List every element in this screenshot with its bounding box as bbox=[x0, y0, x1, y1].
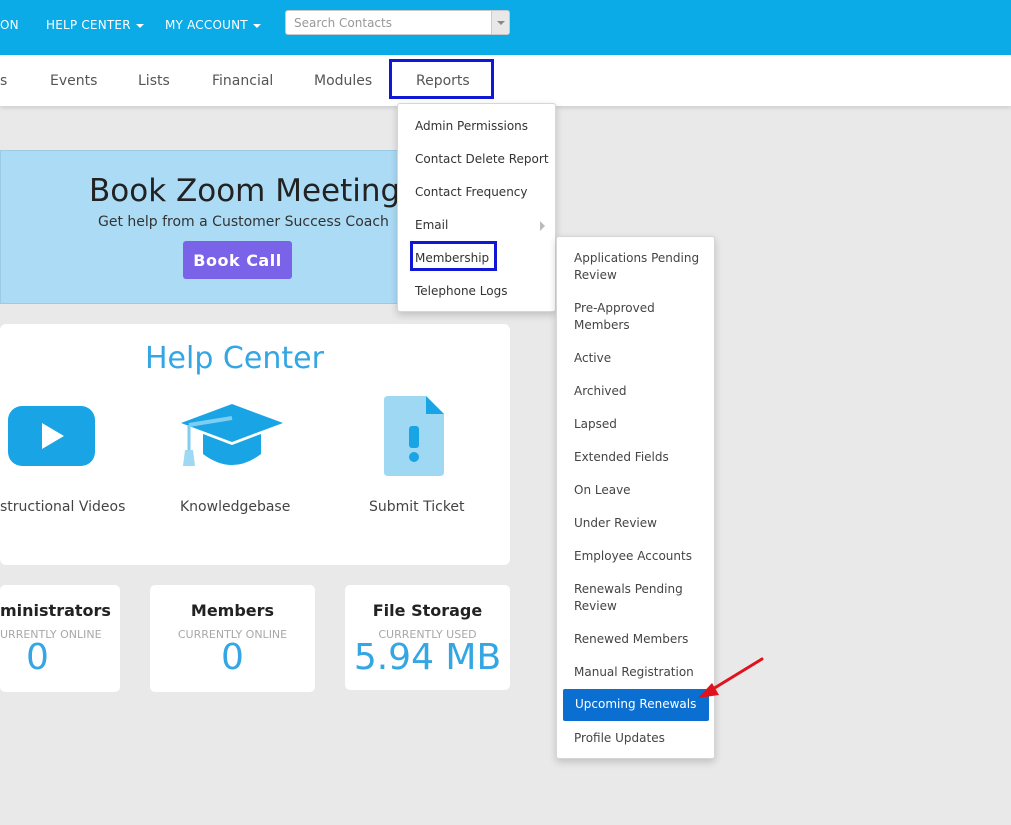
stat-value: 5.94 MB bbox=[353, 637, 502, 678]
reports-dropdown-menu: Admin Permissions Contact Delete Report … bbox=[397, 103, 556, 312]
stat-subtitle: URRENTLY ONLINE bbox=[0, 628, 102, 641]
instructional-videos-label[interactable]: structional Videos bbox=[0, 499, 125, 515]
membership-highlight-box bbox=[410, 241, 497, 271]
submenu-item-active[interactable]: Active bbox=[574, 350, 704, 367]
help-center-card: Help Center structional Videos Knowledge… bbox=[0, 324, 510, 565]
menu-item-email[interactable]: Email bbox=[415, 218, 448, 232]
submenu-item-extended-fields[interactable]: Extended Fields bbox=[574, 449, 704, 466]
stat-card-members: Members CURRENTLY ONLINE 0 bbox=[150, 585, 315, 692]
file-alert-icon[interactable] bbox=[384, 396, 444, 476]
stat-card-file-storage: File Storage CURRENTLY USED 5.94 MB bbox=[345, 585, 510, 690]
submenu-item-profile-updates[interactable]: Profile Updates bbox=[574, 730, 704, 747]
zoom-subtitle: Get help from a Customer Success Coach bbox=[98, 214, 389, 230]
reports-highlight-box bbox=[389, 59, 494, 99]
search-contacts-box bbox=[285, 10, 510, 35]
stat-title: File Storage bbox=[372, 601, 483, 620]
submit-ticket-label[interactable]: Submit Ticket bbox=[369, 499, 465, 515]
stat-title: Members bbox=[190, 601, 275, 620]
stat-card-administrators: ministrators URRENTLY ONLINE 0 bbox=[0, 585, 120, 692]
submenu-item-on-leave[interactable]: On Leave bbox=[574, 482, 704, 499]
zoom-banner: Book Zoom Meeting Get help from a Custom… bbox=[0, 150, 400, 304]
submenu-item-applications-pending-review[interactable]: Applications Pending Review bbox=[574, 250, 704, 284]
graduation-cap-icon[interactable] bbox=[181, 404, 283, 470]
subnav-item-partial[interactable]: s bbox=[0, 73, 7, 89]
submenu-item-lapsed[interactable]: Lapsed bbox=[574, 416, 704, 433]
submenu-item-under-review[interactable]: Under Review bbox=[574, 515, 704, 532]
submenu-item-employee-accounts[interactable]: Employee Accounts bbox=[574, 548, 704, 565]
chevron-down-icon bbox=[497, 21, 505, 25]
topnav-item-partial[interactable]: ON bbox=[0, 18, 19, 32]
subnav-events[interactable]: Events bbox=[50, 73, 97, 89]
annotation-arrow-icon bbox=[698, 657, 764, 698]
submenu-item-renewed-members[interactable]: Renewed Members bbox=[574, 631, 704, 648]
book-call-button[interactable]: Book Call bbox=[183, 241, 292, 279]
subnav-modules[interactable]: Modules bbox=[314, 73, 372, 89]
search-contacts-input[interactable] bbox=[286, 11, 492, 34]
stat-value: 0 bbox=[221, 637, 244, 678]
help-center-title: Help Center bbox=[145, 341, 324, 376]
menu-item-telephone-logs[interactable]: Telephone Logs bbox=[415, 284, 507, 298]
topnav-help-center[interactable]: HELP CENTER bbox=[46, 18, 144, 32]
knowledgebase-label[interactable]: Knowledgebase bbox=[180, 499, 290, 515]
zoom-title: Book Zoom Meeting bbox=[89, 173, 401, 209]
topnav-help-center-label: HELP CENTER bbox=[46, 18, 131, 32]
menu-item-contact-frequency[interactable]: Contact Frequency bbox=[415, 185, 528, 199]
menu-item-contact-delete-report[interactable]: Contact Delete Report bbox=[415, 152, 549, 166]
subnav-financial[interactable]: Financial bbox=[212, 73, 273, 89]
topnav-my-account[interactable]: MY ACCOUNT bbox=[165, 18, 261, 32]
menu-item-admin-permissions[interactable]: Admin Permissions bbox=[415, 119, 528, 133]
topnav-my-account-label: MY ACCOUNT bbox=[165, 18, 248, 32]
search-dropdown-button[interactable] bbox=[491, 11, 509, 34]
submenu-item-pre-approved-members[interactable]: Pre-Approved Members bbox=[574, 300, 704, 334]
caret-down-icon bbox=[252, 23, 261, 28]
submenu-item-archived[interactable]: Archived bbox=[574, 383, 704, 400]
submenu-item-manual-registration[interactable]: Manual Registration bbox=[574, 664, 704, 681]
submenu-item-renewals-pending-review[interactable]: Renewals Pending Review bbox=[574, 581, 704, 615]
top-navbar: ON HELP CENTER MY ACCOUNT bbox=[0, 0, 1011, 55]
stat-title: ministrators bbox=[0, 601, 111, 620]
video-play-icon[interactable] bbox=[8, 406, 95, 466]
submenu-item-upcoming-renewals-label: Upcoming Renewals bbox=[575, 697, 697, 711]
submenu-item-upcoming-renewals[interactable]: Upcoming Renewals bbox=[563, 689, 709, 721]
caret-down-icon bbox=[135, 23, 144, 28]
stat-value: 0 bbox=[26, 637, 49, 678]
module-navbar: s Events Lists Financial Modules Reports bbox=[0, 55, 1011, 106]
subnav-lists[interactable]: Lists bbox=[138, 73, 170, 89]
chevron-right-icon bbox=[540, 221, 545, 231]
